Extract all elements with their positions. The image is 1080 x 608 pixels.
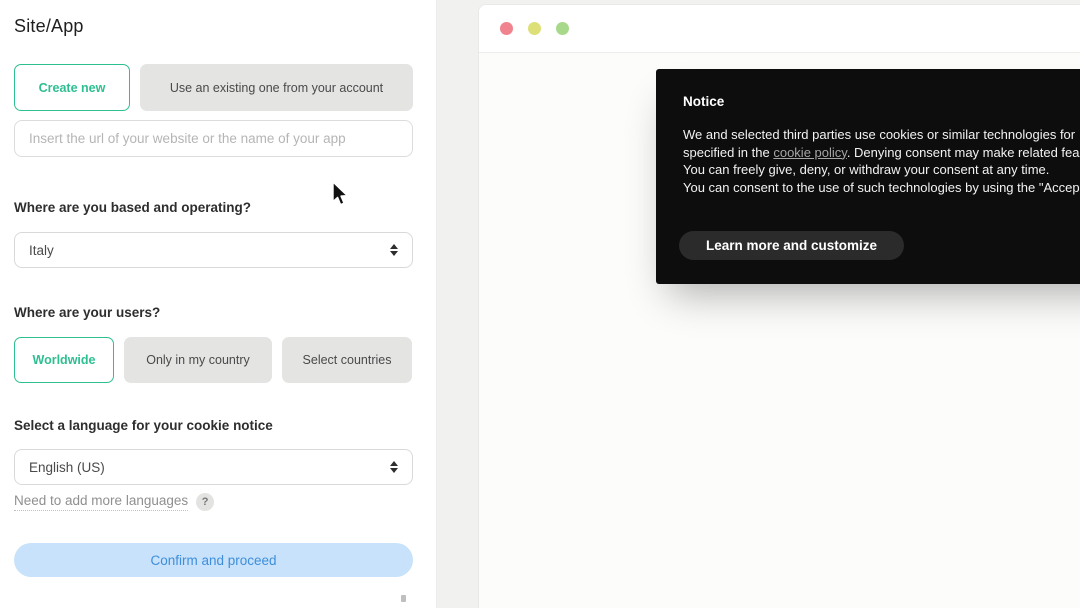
select-arrows-icon (390, 461, 398, 473)
only-my-country-button[interactable]: Only in my country (124, 337, 272, 383)
based-question-label: Where are you based and operating? (14, 200, 252, 215)
cookie-notice-body: We and selected third parties use cookie… (683, 126, 1080, 196)
country-select[interactable]: Italy (14, 232, 413, 268)
language-label: Select a language for your cookie notice (14, 418, 273, 433)
browser-titlebar (479, 5, 1080, 53)
worldwide-button[interactable]: Worldwide (14, 337, 114, 383)
language-select[interactable]: English (US) (14, 449, 413, 485)
country-select-value: Italy (29, 242, 54, 258)
traffic-light-minimize-icon (528, 22, 541, 35)
site-app-config-panel: Site/App Create new Use an existing one … (0, 0, 437, 608)
scroll-hint-mark (401, 595, 406, 602)
cookie-policy-link[interactable]: cookie policy (773, 145, 846, 160)
users-toggle-group: Worldwide Only in my country Select coun… (14, 337, 413, 383)
use-existing-button[interactable]: Use an existing one from your account (140, 64, 413, 111)
traffic-light-zoom-icon (556, 22, 569, 35)
help-question-icon[interactable]: ? (196, 493, 215, 511)
browser-preview-window: Notice We and selected third parties use… (478, 4, 1080, 608)
traffic-light-close-icon (500, 22, 513, 35)
language-select-value: English (US) (29, 459, 105, 475)
cookie-notice-line: You can freely give, deny, or withdraw y… (683, 162, 1050, 177)
more-languages-link[interactable]: Need to add more languages (14, 493, 189, 511)
select-arrows-icon (390, 244, 398, 256)
cookie-notice-line: specified in the cookie policy. Denying … (683, 144, 1080, 160)
source-toggle-group: Create new Use an existing one from your… (14, 64, 413, 111)
create-new-button[interactable]: Create new (14, 64, 130, 111)
confirm-and-proceed-button[interactable]: Confirm and proceed (14, 543, 413, 577)
cookie-notice-line: We and selected third parties use cookie… (683, 127, 1076, 142)
site-url-input[interactable] (14, 120, 413, 157)
cookie-notice-banner: Notice We and selected third parties use… (656, 69, 1080, 284)
cookie-notice-line: You can consent to the use of such techn… (683, 179, 1080, 195)
users-question-label: Where are your users? (14, 305, 161, 320)
learn-more-customize-button[interactable]: Learn more and customize (679, 231, 905, 260)
more-languages-row: Need to add more languages ? (14, 493, 215, 511)
cookie-notice-title: Notice (683, 94, 725, 109)
page-title: Site/App (14, 16, 84, 36)
select-countries-button[interactable]: Select countries (282, 337, 412, 383)
